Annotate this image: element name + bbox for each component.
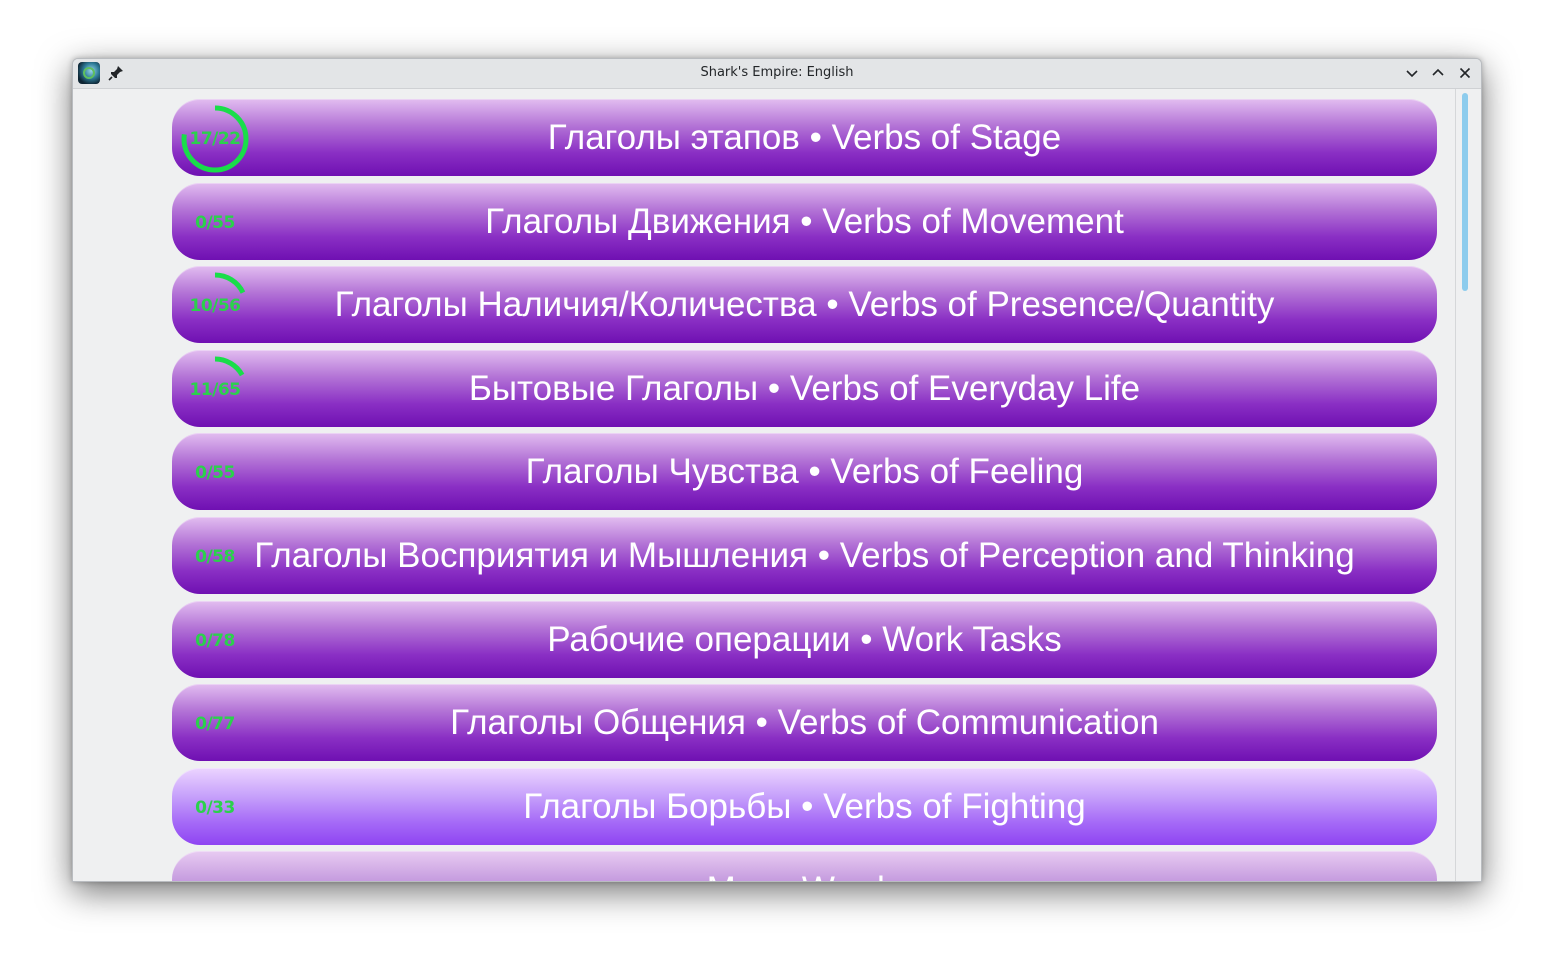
category-button[interactable]: 0/55 Глаголы Движения • Verbs of Movement [172, 183, 1437, 260]
category-label: Рабочие операции • Work Tasks [547, 620, 1062, 659]
window-title: Shark's Empire: English [700, 65, 854, 80]
category-label: Глаголы Общения • Verbs of Communication [450, 703, 1159, 742]
category-label: Глаголы Восприятия и Мышления • Verbs of… [254, 536, 1355, 575]
category-button[interactable]: Many Words [172, 851, 1437, 881]
category-button[interactable]: 0/77 Глаголы Общения • Verbs of Communica… [172, 684, 1437, 761]
maximize-button[interactable] [1429, 64, 1447, 82]
category-button[interactable]: 0/33 Глаголы Борьбы • Verbs of Fighting [172, 768, 1437, 845]
category-label: Глаголы Наличия/Количества • Verbs of Pr… [334, 285, 1275, 324]
category-button[interactable]: 0/55 Глаголы Чувства • Verbs of Feeling [172, 433, 1437, 510]
title-bar[interactable]: Shark's Empire: English [73, 59, 1481, 89]
category-button[interactable]: 10/56 Глаголы Наличия/Количества • Verbs … [172, 266, 1437, 343]
category-label: Глаголы Чувства • Verbs of Feeling [525, 452, 1084, 491]
category-button[interactable]: 17/22 Глаголы этапов • Verbs of Stage [172, 99, 1437, 176]
category-label: Глаголы Борьбы • Verbs of Fighting [523, 787, 1086, 826]
close-button[interactable] [1456, 64, 1474, 82]
category-button[interactable]: 11/65 Бытовые Глаголы • Verbs of Everyday… [172, 350, 1437, 427]
category-label: Many Words [172, 851, 1437, 881]
category-button[interactable]: 0/58 Глаголы Восприятия и Мышления • Verb… [172, 517, 1437, 594]
category-label: Глаголы Движения • Verbs of Movement [485, 202, 1124, 241]
category-button[interactable]: 0/78 Рабочие операции • Work Tasks [172, 601, 1437, 678]
category-label: Глаголы этапов • Verbs of Stage [547, 118, 1062, 157]
category-list-view[interactable]: 17/22 Глаголы этапов • Verbs of Stage 0/55… [73, 89, 1481, 881]
app-window: Shark's Empire: English 17/22 Глаголы эта… [72, 58, 1482, 882]
category-label: Бытовые Глаголы • Verbs of Everyday Life [468, 369, 1141, 408]
scrollbar-thumb[interactable] [1462, 93, 1468, 291]
minimize-button[interactable] [1403, 64, 1421, 82]
vertical-scrollbar[interactable] [1455, 89, 1472, 881]
